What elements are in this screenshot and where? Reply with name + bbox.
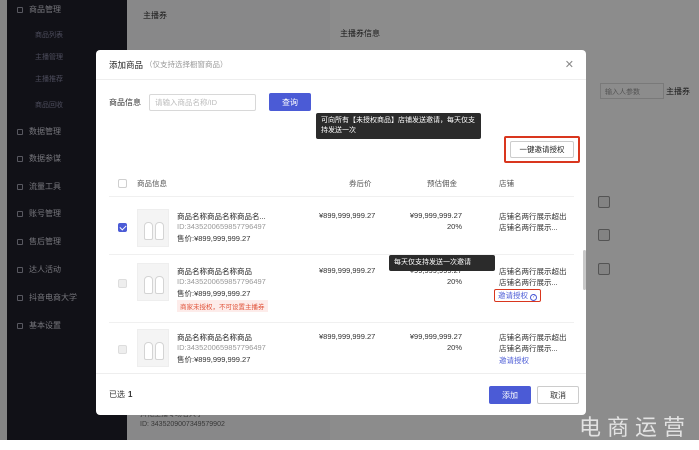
shop-line: 店铺名两行展示... bbox=[499, 223, 558, 232]
commission-rate: 20% bbox=[446, 277, 462, 286]
selected-summary: 已选 1 bbox=[109, 389, 132, 400]
shop-name: 店铺名两行展示超出 店铺名两行展示... bbox=[499, 332, 567, 354]
table-row: 商品名称商品名称商品 ID:3435200659857796497 售价:¥89… bbox=[109, 254, 574, 322]
add-button[interactable]: 添加 bbox=[489, 386, 531, 404]
dialog-header: 添加商品 （仅支持选择橱窗商品） bbox=[96, 50, 586, 80]
shop-name: 店铺名两行展示超出 店铺名两行展示... bbox=[499, 211, 567, 233]
invite-all-tooltip: 可向所有【未授权商品】店铺发送邀请，每天仅支持发送一次 bbox=[316, 113, 481, 139]
invite-tooltip: 每天仅支持发送一次邀请 bbox=[389, 255, 495, 271]
watermark-logo: 电商运营 bbox=[578, 416, 691, 441]
query-button[interactable]: 查询 bbox=[269, 93, 311, 111]
table-header: 商品信息 券后价 预估佣金 店铺 bbox=[109, 170, 574, 196]
product-price: 售价:¥899,999,999.27 bbox=[177, 289, 251, 298]
shoe-icon bbox=[144, 222, 153, 240]
shop-line: 店铺名两行展示超出 bbox=[499, 267, 567, 276]
product-name: 商品名称商品名称商品名... bbox=[177, 212, 266, 221]
product-image bbox=[137, 263, 169, 301]
search-input[interactable] bbox=[149, 93, 256, 111]
header-info: 商品信息 bbox=[137, 178, 167, 188]
product-image bbox=[137, 329, 169, 367]
commission-amount: ¥99,999,999.27 bbox=[409, 211, 462, 220]
shoe-icon bbox=[155, 276, 164, 294]
add-product-dialog: 添加商品 （仅支持选择橱窗商品） ✕ 商品信息 查询 一键邀请授权 商品信息 券… bbox=[96, 50, 586, 415]
commission-rate: 20% bbox=[446, 343, 462, 352]
dialog-footer: 已选 1 添加 取消 bbox=[96, 373, 586, 415]
product-id: ID:3435200659857796497 bbox=[177, 277, 266, 286]
commission-amount: ¥99,999,999.27 bbox=[409, 332, 462, 341]
shop-line: 店铺名两行展示超出 bbox=[499, 333, 567, 342]
cancel-button[interactable]: 取消 bbox=[537, 386, 579, 404]
shoe-icon bbox=[144, 276, 153, 294]
row-checkbox bbox=[118, 279, 127, 288]
header-after-price: 券后价 bbox=[349, 178, 372, 188]
shoe-icon bbox=[155, 222, 164, 240]
commission-rate: 20% bbox=[446, 222, 462, 231]
row-checkbox[interactable] bbox=[118, 223, 127, 232]
shop-line: 店铺名两行展示... bbox=[499, 278, 558, 287]
product-price: 售价:¥899,999,999.27 bbox=[177, 234, 251, 243]
table-row: 商品名称商品名称商品 ID:3435200659857796497 售价:¥89… bbox=[109, 322, 574, 373]
dialog-subtitle: （仅支持选择橱窗商品） bbox=[145, 60, 228, 69]
unauthorized-tag: 商家未授权，不可设置主播券 bbox=[177, 300, 268, 312]
invite-label: 邀请授权 bbox=[498, 291, 528, 300]
invite-all-highlight: 一键邀请授权 bbox=[504, 136, 580, 163]
product-price: 售价:¥899,999,999.27 bbox=[177, 355, 251, 364]
header-estimate: 预估佣金 bbox=[427, 178, 457, 188]
product-name: 商品名称商品名称商品 bbox=[177, 333, 252, 342]
selected-label: 已选 bbox=[109, 390, 125, 399]
table-scrollbar[interactable] bbox=[583, 250, 586, 290]
header-shop: 店铺 bbox=[499, 178, 514, 188]
shop-line: 店铺名两行展示超出 bbox=[499, 212, 567, 221]
after-coupon-price: ¥899,999,999.27 bbox=[319, 211, 376, 220]
select-all-checkbox[interactable] bbox=[118, 178, 127, 188]
product-id: ID:3435200659857796497 bbox=[177, 343, 266, 352]
table-row: 商品名称商品名称商品名... ID:3435200659857796497 售价… bbox=[109, 196, 574, 254]
close-icon[interactable]: ✕ bbox=[565, 58, 574, 71]
after-coupon-price: ¥899,999,999.27 bbox=[319, 332, 376, 341]
dialog-title: 添加商品 bbox=[109, 59, 144, 70]
product-image bbox=[137, 209, 169, 247]
search-row: 商品信息 查询 bbox=[109, 93, 311, 111]
search-label: 商品信息 bbox=[109, 97, 141, 107]
after-coupon-price: ¥899,999,999.27 bbox=[319, 266, 376, 275]
invite-all-button[interactable]: 一键邀请授权 bbox=[510, 141, 574, 158]
row-checkbox bbox=[118, 345, 127, 354]
shop-line: 店铺名两行展示... bbox=[499, 344, 558, 353]
invite-authorize-link[interactable]: 邀请授权 bbox=[499, 355, 529, 366]
invite-authorize-link[interactable]: 邀请授权? bbox=[494, 289, 541, 302]
selected-count: 1 bbox=[128, 390, 133, 399]
product-name: 商品名称商品名称商品 bbox=[177, 267, 252, 276]
shoe-icon bbox=[155, 342, 164, 360]
shop-name: 店铺名两行展示超出 店铺名两行展示... bbox=[499, 266, 567, 288]
product-id: ID:3435200659857796497 bbox=[177, 222, 266, 231]
question-icon: ? bbox=[530, 294, 537, 301]
shoe-icon bbox=[144, 342, 153, 360]
